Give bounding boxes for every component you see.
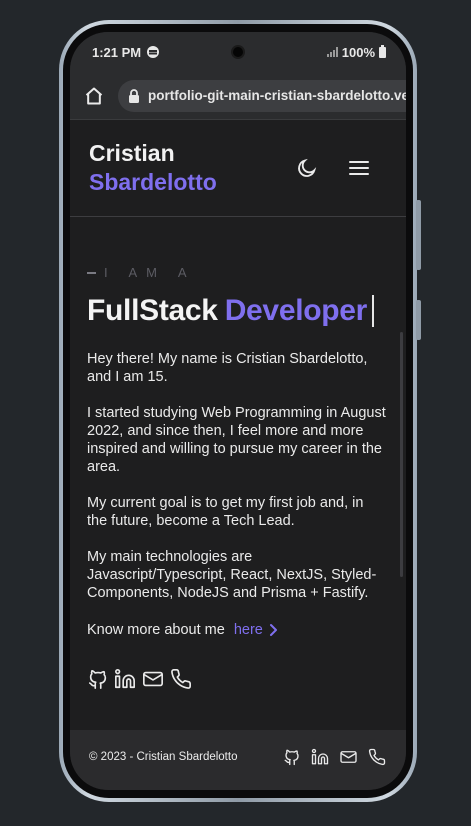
battery-icon (379, 44, 386, 58)
battery-level: 100% (341, 44, 375, 60)
footer-copyright: © 2023 - Cristian Sbardelotto (89, 751, 238, 763)
typing-cursor (372, 295, 375, 327)
main-content: I AM A FullStack Developer Hey there! My… (70, 217, 406, 690)
status-bar: 1:21 PM 100% (70, 32, 406, 72)
about-paragraph-3: My current goal is to get my first job a… (87, 495, 364, 529)
mail-icon[interactable] (339, 748, 358, 766)
hero-title-part1: FullStack (87, 294, 218, 327)
status-time: 1:21 PM (92, 44, 142, 60)
github-icon[interactable] (283, 748, 301, 766)
logo-last-name: Sbardelotto (89, 169, 217, 195)
about-paragraph-2: I started studying Web Programming in Au… (87, 405, 386, 475)
address-bar[interactable]: portfolio-git-main-cristian-sbardelotto.… (118, 79, 406, 112)
home-icon[interactable] (84, 86, 104, 106)
site-header: Cristian Sbardelotto (70, 120, 406, 217)
about-paragraph-4: My main technologies are Javascript/Type… (87, 549, 377, 601)
know-more-text: Know more about me (87, 622, 225, 638)
power-button (416, 300, 421, 340)
spotify-icon (147, 46, 160, 58)
front-camera (231, 45, 245, 59)
hero-title: FullStack Developer (87, 294, 387, 328)
about-paragraph-1: Hey there! My name is Cristian Sbardelot… (87, 351, 368, 385)
phone-icon[interactable] (368, 748, 386, 766)
phone-frame: 1:21 PM 100% portfolio-git-main-cristian… (59, 20, 421, 802)
social-links (87, 668, 387, 690)
hero-title-part2: Developer (224, 294, 368, 327)
url-text: portfolio-git-main-cristian-sbardelotto.… (148, 88, 406, 103)
know-more-link[interactable]: here (234, 622, 263, 638)
mail-icon[interactable] (141, 668, 165, 690)
screen: 1:21 PM 100% portfolio-git-main-cristian… (70, 32, 406, 790)
eyebrow-text: I AM A (104, 265, 196, 280)
lock-icon (129, 88, 139, 103)
know-more: Know more about me here (87, 622, 387, 638)
github-icon[interactable] (87, 668, 109, 690)
site-footer: © 2023 - Cristian Sbardelotto (70, 730, 406, 790)
moon-icon[interactable] (296, 157, 318, 179)
signal-icon (326, 47, 338, 57)
hero-eyebrow: I AM A (87, 265, 387, 280)
eyebrow-dash (87, 271, 96, 274)
linkedin-icon[interactable] (114, 668, 136, 690)
phone-icon[interactable] (170, 668, 192, 690)
chevron-right-icon[interactable] (269, 623, 278, 637)
scrollbar[interactable] (400, 332, 403, 577)
logo[interactable]: Cristian Sbardelotto (89, 139, 217, 197)
browser-bar: portfolio-git-main-cristian-sbardelotto.… (70, 72, 406, 120)
menu-icon[interactable] (348, 159, 370, 177)
logo-first-name: Cristian (89, 140, 175, 166)
volume-button (416, 200, 421, 270)
linkedin-icon[interactable] (311, 748, 329, 766)
